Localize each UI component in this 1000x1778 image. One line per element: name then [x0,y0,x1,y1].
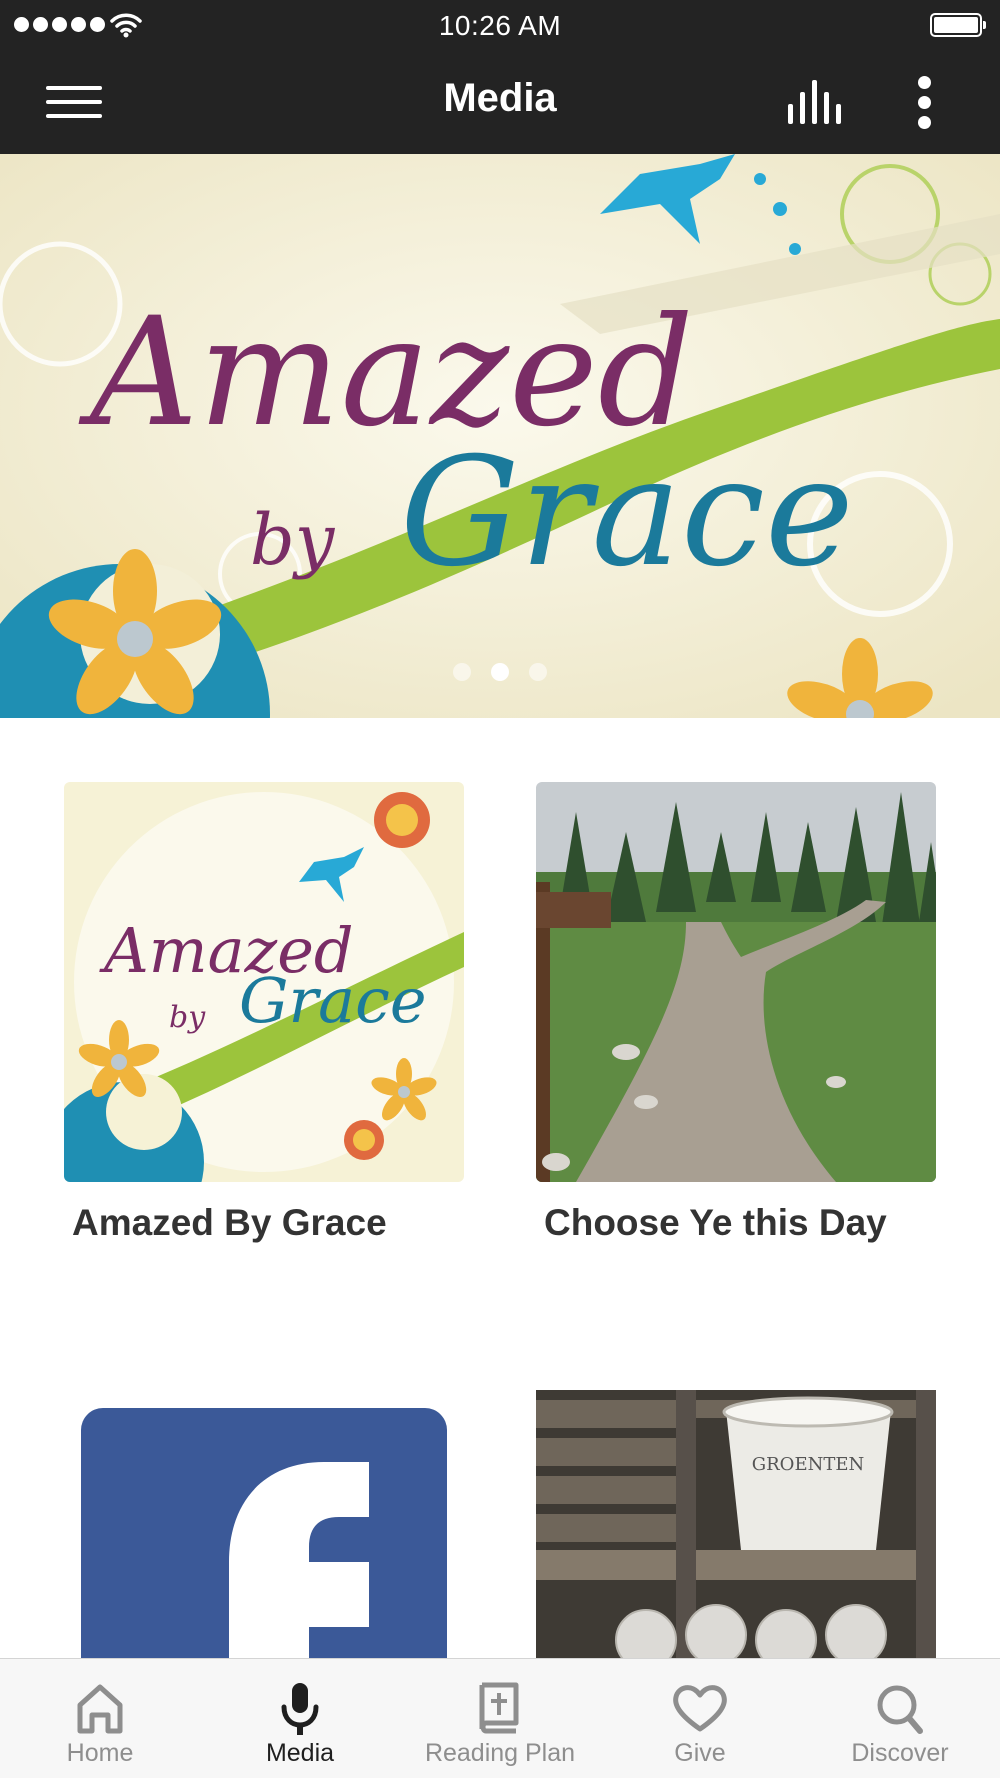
bible-icon [479,1682,519,1734]
media-thumbnail: GROENTEN [536,1390,936,1658]
hero-carousel[interactable]: Amazed by Grace [0,154,1000,718]
carousel-dot[interactable] [453,663,471,681]
hero-image: Amazed by Grace [0,154,1000,718]
tab-discover[interactable]: Discover [800,1659,1000,1778]
media-tile-title[interactable]: Choose Ye this Day [544,1202,887,1244]
carousel-dot-active[interactable] [491,663,509,681]
tab-label: Reading Plan [424,1739,576,1767]
media-tile-amazed-by-grace[interactable]: Amazed by Grace [64,782,464,1182]
media-tile-title[interactable]: Amazed By Grace [72,1202,387,1244]
media-tile-groenten[interactable]: GROENTEN [536,1390,936,1658]
tab-home[interactable]: Home [0,1659,200,1778]
hero-art-text-by: by [250,499,336,581]
tab-give[interactable]: Give [600,1659,800,1778]
media-thumbnail: Amazed by Grace [64,782,464,1182]
audio-bars-icon[interactable] [786,80,846,126]
bucket-label: GROENTEN [752,1454,864,1475]
media-tile-facebook[interactable] [64,1392,464,1658]
tile-art-text-by: by [169,1000,206,1035]
media-tile-choose-ye-this-day[interactable] [536,782,936,1182]
tab-label: Media [265,1739,335,1767]
tab-label: Home [66,1739,134,1767]
home-icon [77,1684,123,1734]
carousel-page-indicator[interactable] [0,663,1000,681]
tab-label: Give [674,1739,726,1767]
page-title: Media [443,76,557,120]
heart-icon [673,1685,727,1732]
status-bar: 10:26 AM [0,0,1000,50]
tile-art-text-grace: Grace [239,964,427,1037]
media-screen: 10:26 AM Media Amazed by Grace Amazed by… [0,0,1000,1778]
battery-icon [930,13,986,37]
hero-art-text-grace: Grace [400,426,854,600]
facebook-logo-icon [81,1408,447,1658]
tab-label: Discover [851,1739,949,1767]
carousel-dot[interactable] [529,663,547,681]
more-vertical-icon[interactable] [914,76,936,130]
tab-bar: Home Media Reading Plan Give Discover [0,1658,1000,1778]
nav-bar: Media [0,50,1000,154]
status-time: 10:26 AM [438,10,562,41]
search-icon [877,1685,923,1734]
tab-media[interactable]: Media [200,1659,400,1778]
microphone-icon [281,1683,319,1735]
media-thumbnail [536,782,936,1182]
tab-reading-plan[interactable]: Reading Plan [400,1659,600,1778]
